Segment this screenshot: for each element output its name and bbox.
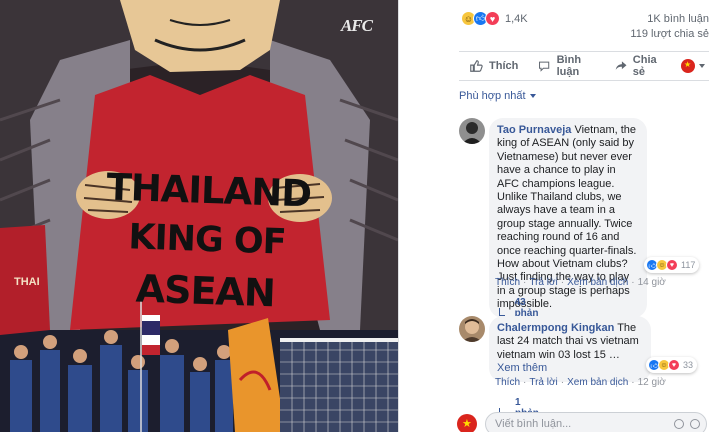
comment-translate-link[interactable]: Xem bản dịch xyxy=(567,277,628,288)
vietnam-flag-avatar-icon xyxy=(457,414,477,432)
comment-input-placeholder: Viết bình luận... xyxy=(495,418,572,430)
banner-line-2: KING OF xyxy=(127,217,287,263)
comment-composer: Viết bình luận... xyxy=(457,412,719,432)
comment-input[interactable]: Viết bình luận... xyxy=(485,412,707,432)
see-more-link[interactable]: Xem thêm xyxy=(497,362,547,374)
sort-label: Phù hợp nhất xyxy=(459,90,526,102)
comment-author[interactable]: Tao Purnaveja xyxy=(497,124,571,136)
comment-count-link[interactable]: 1K bình luận xyxy=(647,13,709,25)
user-avatar-image xyxy=(459,118,485,144)
reaction-count: 1,4K xyxy=(505,12,528,25)
user-avatar-image xyxy=(459,316,485,342)
comment-meta: Thích · Trả lời · Xem bản dịch · 12 giờ xyxy=(495,377,666,388)
avatar[interactable] xyxy=(459,316,485,342)
post-photo[interactable]: AFC THAILAND KING OF ASEAN THAI xyxy=(0,0,398,432)
chevron-down-icon xyxy=(699,64,705,68)
comment-translate-link[interactable]: Xem bản dịch xyxy=(567,377,628,388)
banner-slogan: THAILAND KING OF ASEAN xyxy=(90,165,325,316)
composer-tools xyxy=(668,419,700,429)
comment-button-label: Bình luận xyxy=(556,54,582,78)
share-button-label: Chia sẻ xyxy=(632,54,657,78)
comment-sort-dropdown[interactable]: Phù hợp nhất xyxy=(459,90,536,102)
post-stats: ☺ 👍︎ ♥ 1,4K 1K bình luận 119 lượt chia s… xyxy=(399,0,720,44)
comments-panel: ☺ 👍︎ ♥ 1,4K 1K bình luận 119 lượt chia s… xyxy=(398,0,720,432)
speech-bubble-icon xyxy=(539,61,550,72)
share-arrow-icon xyxy=(615,61,627,70)
afc-watermark: AFC xyxy=(340,16,373,35)
comment-timestamp[interactable]: 12 giờ xyxy=(638,377,666,388)
banner-line-1: THAILAND xyxy=(105,165,312,216)
comment-reactions[interactable]: 👍︎ ☺ ♥ 117 xyxy=(644,257,700,273)
share-count-link[interactable]: 119 lượt chia sẻ xyxy=(630,28,709,40)
comment-reaction-count: 117 xyxy=(681,260,696,270)
comment-reply-link[interactable]: Trả lời xyxy=(529,277,557,288)
vietnam-flag-avatar-icon xyxy=(681,59,695,73)
comment-bubble: Chalermpong Kingkan The last 24 match th… xyxy=(489,316,651,382)
camera-icon[interactable] xyxy=(690,419,700,429)
comment-timestamp[interactable]: 14 giờ xyxy=(638,277,666,288)
post-action-bar: Thích Bình luận Chia sẻ xyxy=(459,51,709,81)
chevron-down-icon xyxy=(529,94,536,98)
thumbs-up-icon xyxy=(470,60,483,72)
comment-meta: Thích · Trả lời · Xem bản dịch · 14 giờ xyxy=(495,277,666,288)
emoji-icon[interactable] xyxy=(674,419,684,429)
banner-line-3: ASEAN xyxy=(135,266,276,316)
comment-button[interactable]: Bình luận xyxy=(538,54,600,78)
comment-reaction-count: 33 xyxy=(683,360,694,370)
side-flag-text: THAI xyxy=(14,276,40,288)
comment-author[interactable]: Chalermpong Kingkan xyxy=(497,322,614,334)
love-icon: ♥ xyxy=(485,11,500,26)
comment-like-link[interactable]: Thích xyxy=(495,277,520,288)
like-button-label: Thích xyxy=(489,60,519,72)
comment-reactions[interactable]: 👍︎ ☺ ♥ 33 xyxy=(646,357,698,373)
reaction-summary[interactable]: ☺ 👍︎ ♥ 1,4K xyxy=(461,11,528,26)
avatar[interactable] xyxy=(459,118,485,144)
comment-reply-link[interactable]: Trả lời xyxy=(529,377,557,388)
like-button[interactable]: Thích xyxy=(469,59,518,73)
reply-arrow-icon xyxy=(499,307,505,316)
comment-like-link[interactable]: Thích xyxy=(495,377,520,388)
love-icon: ♥ xyxy=(668,359,680,371)
post-as-selector[interactable] xyxy=(681,59,705,73)
share-button[interactable]: Chia sẻ xyxy=(615,54,667,78)
love-icon: ♥ xyxy=(666,259,678,271)
